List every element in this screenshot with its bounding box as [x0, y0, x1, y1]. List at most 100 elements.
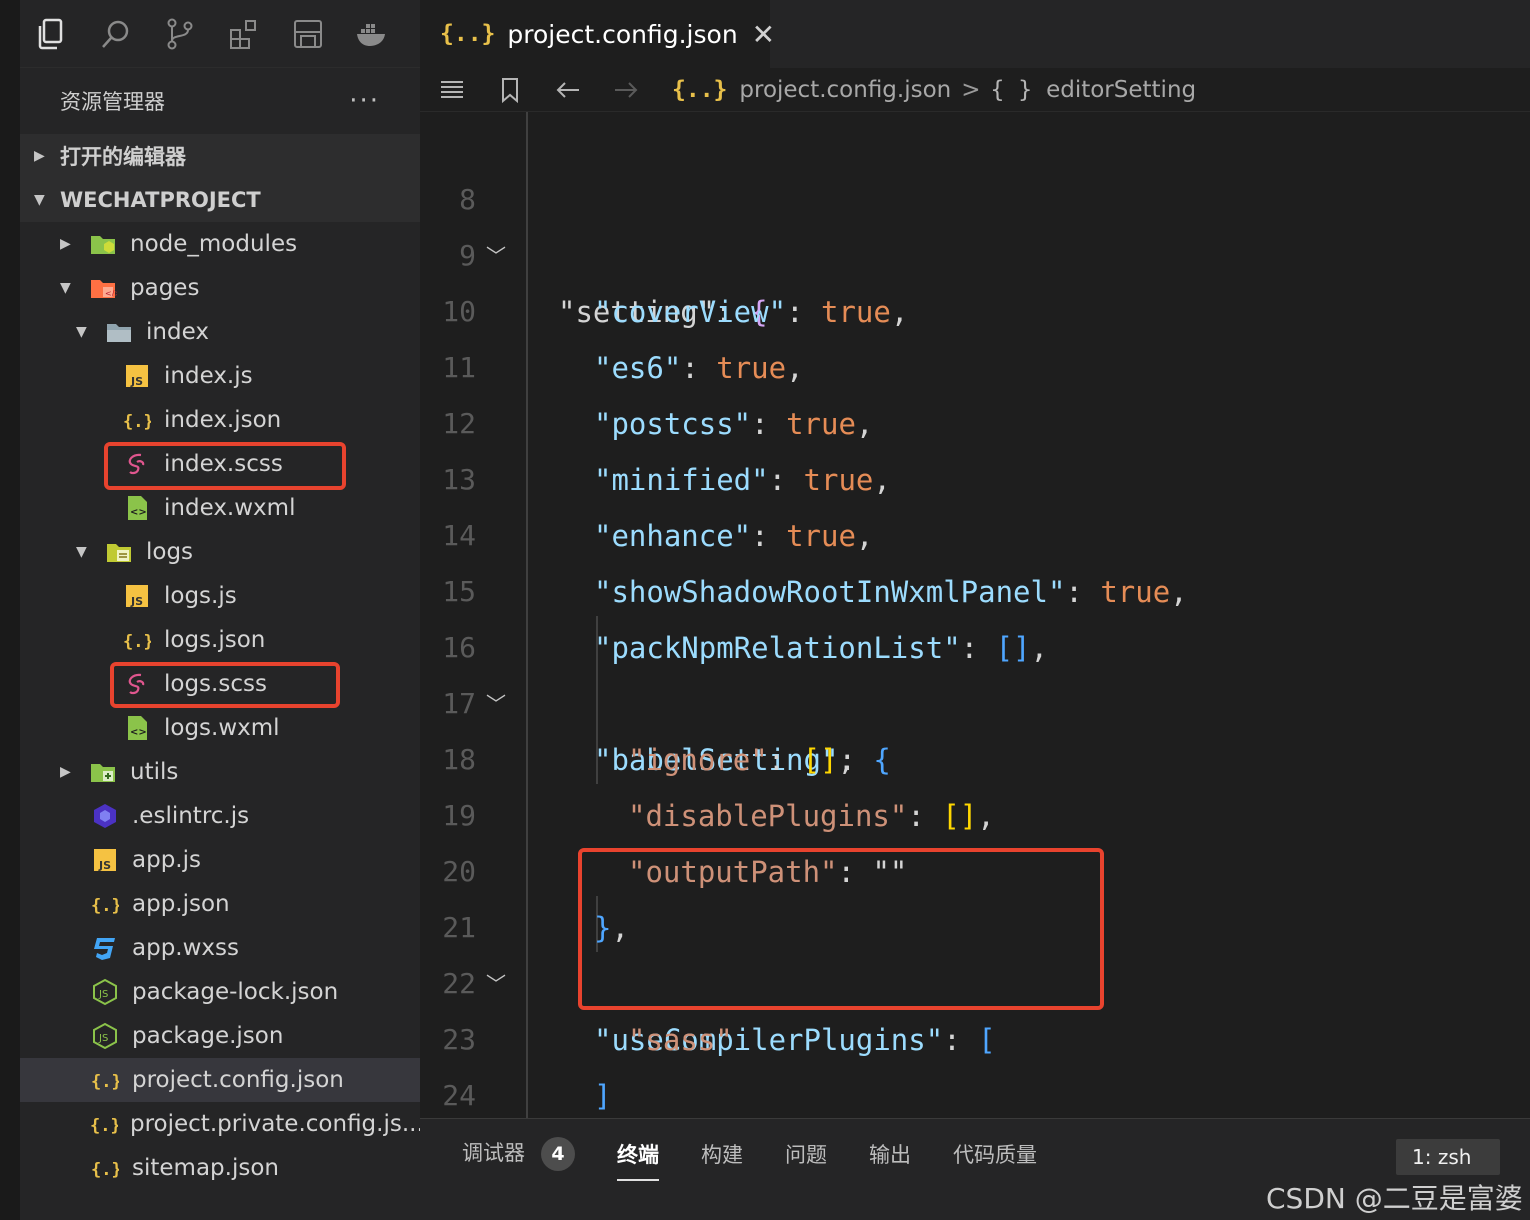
- tab-debugger[interactable]: 调试器 4: [462, 1137, 575, 1171]
- tree-file-index-js[interactable]: JS index.js: [20, 354, 420, 398]
- folder-utils-icon: [88, 757, 118, 787]
- watermark: CSDN @二豆是富婆: [1266, 1182, 1523, 1215]
- tree-label: package-lock.json: [132, 979, 339, 1005]
- folder-pages-icon: </>: [88, 273, 118, 303]
- close-icon[interactable]: ✕: [752, 18, 775, 51]
- svg-text:{.}: {.}: [90, 1116, 118, 1136]
- svg-text:{.}: {.}: [91, 1072, 119, 1092]
- tab-problems[interactable]: 问题: [785, 1139, 827, 1169]
- tree-folder-node-modules[interactable]: ▶ node_modules: [20, 222, 420, 266]
- js-file-icon: JS: [122, 361, 152, 391]
- tree-folder-index[interactable]: ▼ index: [20, 310, 420, 354]
- explorer-icon[interactable]: [32, 14, 72, 54]
- panel-tabs: 调试器 4 终端 构建 问题 输出 代码质量: [462, 1137, 1079, 1181]
- tree-file-sitemap[interactable]: {.} sitemap.json: [20, 1146, 420, 1190]
- svg-text:JS: JS: [98, 859, 111, 872]
- extensions-icon[interactable]: [224, 14, 264, 54]
- folder-open-icon: [104, 317, 134, 347]
- chevron-right-icon: ▶: [60, 236, 71, 252]
- svg-text:</>: </>: [105, 289, 117, 298]
- tree-folder-utils[interactable]: ▶ utils: [20, 750, 420, 794]
- tree-file-app-json[interactable]: {.} app.json: [20, 882, 420, 926]
- object-symbol-icon: { }: [990, 76, 1033, 103]
- json-file-icon: {..}: [440, 21, 496, 47]
- folder-green-icon: [88, 229, 118, 259]
- svg-text:JS: JS: [98, 989, 108, 1000]
- tab-debugger-label: 调试器: [462, 1141, 525, 1165]
- tree-label: .eslintrc.js: [132, 803, 250, 829]
- breadcrumb: {..} project.config.json > { } editorSet…: [420, 68, 1530, 112]
- breadcrumb-symbol[interactable]: editorSetting: [1046, 77, 1196, 103]
- explorer-title: 资源管理器: [60, 90, 165, 114]
- tree-label: utils: [130, 759, 179, 785]
- tree-label: index.js: [164, 363, 253, 389]
- more-actions-icon[interactable]: ···: [349, 86, 380, 116]
- breadcrumb-file[interactable]: project.config.json: [739, 77, 951, 103]
- tab-code-quality[interactable]: 代码质量: [953, 1139, 1037, 1169]
- folder-logs-icon: [104, 537, 134, 567]
- tree-label: logs: [146, 539, 194, 565]
- json-file-icon: {.}: [122, 405, 152, 435]
- tree-label: sitemap.json: [132, 1155, 279, 1181]
- highlight-box-compiler-plugins: [578, 848, 1104, 1010]
- bottom-panel: 调试器 4 终端 构建 问题 输出 代码质量 1: zsh CSDN @二豆是富婆: [420, 1118, 1530, 1220]
- forward-arrow-icon[interactable]: [610, 74, 642, 106]
- debugger-count-badge: 4: [541, 1137, 575, 1171]
- tree-file-index-json[interactable]: {.} index.json: [20, 398, 420, 442]
- tree-file-app-wxss[interactable]: app.wxss: [20, 926, 420, 970]
- json-file-icon: {.}: [90, 1109, 118, 1139]
- tree-file-logs-wxml[interactable]: <> logs.wxml: [20, 706, 420, 750]
- tab-build[interactable]: 构建: [701, 1139, 743, 1169]
- tree-file-index-wxml[interactable]: <> index.wxml: [20, 486, 420, 530]
- tree-file-app-js[interactable]: JS app.js: [20, 838, 420, 882]
- tree-label: project.private.config.js...: [130, 1111, 424, 1137]
- code-line: 15 "packNpmRelationList": [],: [420, 508, 1530, 665]
- tree-label: index.json: [164, 407, 282, 433]
- svg-text:<>: <>: [130, 727, 147, 738]
- svg-text:{.}: {.}: [123, 632, 151, 652]
- svg-text:<>: <>: [130, 507, 147, 518]
- code-line: 25 "condition": {},: [420, 1068, 1530, 1118]
- search-icon[interactable]: [96, 14, 136, 54]
- terminal-select[interactable]: 1: zsh: [1396, 1139, 1500, 1175]
- tree-folder-pages[interactable]: ▼ </> pages: [20, 266, 420, 310]
- tree-file-package-lock[interactable]: JS package-lock.json: [20, 970, 420, 1014]
- back-arrow-icon[interactable]: [552, 74, 584, 106]
- tab-terminal[interactable]: 终端: [617, 1139, 659, 1181]
- chevron-right-icon: ▶: [34, 148, 45, 164]
- open-editors-section[interactable]: ▶ 打开的编辑器: [20, 134, 420, 178]
- tree-file-project-private[interactable]: {.} project.private.config.js...: [20, 1102, 424, 1146]
- tree-file-logs-js[interactable]: JS logs.js: [20, 574, 420, 618]
- code-line: 11 "postcss": true,: [420, 284, 1530, 441]
- tree-folder-logs[interactable]: ▼ logs: [20, 530, 420, 574]
- json-file-icon: {..}: [672, 76, 728, 103]
- source-control-icon[interactable]: [160, 14, 200, 54]
- tree-label: pages: [130, 275, 200, 301]
- code-line: 13 "enhance": true,: [420, 396, 1530, 553]
- svg-text:JS: JS: [98, 1033, 108, 1044]
- code-line: 12 "minified": true,: [420, 340, 1530, 497]
- explorer-sidebar: 资源管理器 ··· ▶ 打开的编辑器 ▼ WECHATPROJECT ▶ nod…: [20, 68, 424, 1220]
- code-line: 9 "coverView": true,: [420, 172, 1530, 329]
- json-file-icon: {.}: [90, 1065, 120, 1095]
- svg-text:JS: JS: [130, 375, 143, 388]
- js-file-icon: JS: [122, 581, 152, 611]
- svg-text:JS: JS: [130, 595, 143, 608]
- tab-project-config[interactable]: {..} project.config.json ✕: [420, 0, 775, 68]
- tree-file-package-json[interactable]: JS package.json: [20, 1014, 420, 1058]
- tree-label: app.wxss: [132, 935, 239, 961]
- json-file-icon: {.}: [122, 625, 152, 655]
- bookmark-icon[interactable]: [494, 74, 526, 106]
- svg-text:{.}: {.}: [91, 896, 119, 916]
- wxml-file-icon: <>: [122, 493, 152, 523]
- docker-icon[interactable]: [352, 14, 392, 54]
- project-section[interactable]: ▼ WECHATPROJECT: [20, 178, 420, 222]
- svg-text:{.}: {.}: [91, 1160, 119, 1180]
- storage-icon[interactable]: [288, 14, 328, 54]
- svg-text:{.}: {.}: [123, 412, 151, 432]
- tree-file-logs-json[interactable]: {.} logs.json: [20, 618, 420, 662]
- tree-file-project-config[interactable]: {.} project.config.json: [20, 1058, 420, 1102]
- tree-file-eslintrc[interactable]: .eslintrc.js: [20, 794, 420, 838]
- tab-output[interactable]: 输出: [869, 1139, 911, 1169]
- outline-list-icon[interactable]: [436, 74, 468, 106]
